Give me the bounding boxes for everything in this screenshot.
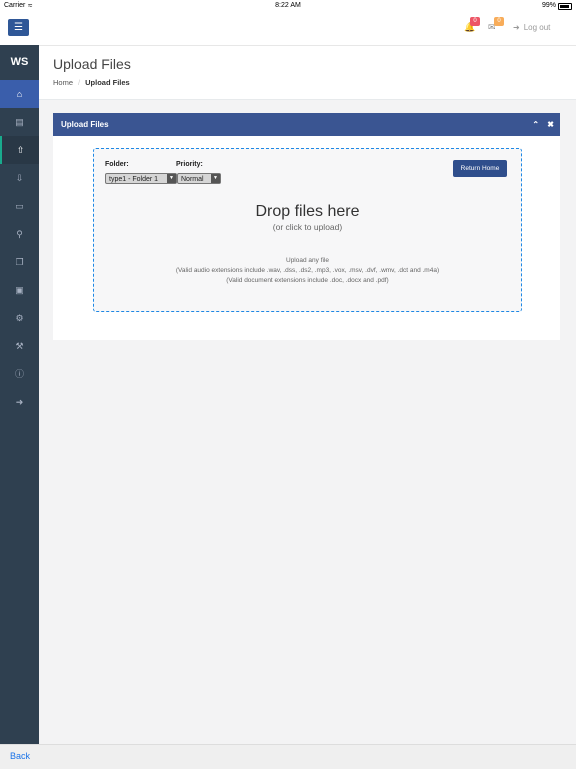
sidebar-item-billing[interactable]: ▣ <box>0 276 39 304</box>
messages-button[interactable]: ✉ 0 <box>488 17 504 36</box>
message-count-badge: 0 <box>494 17 504 26</box>
sidebar-item-logout[interactable]: ➜ <box>0 388 39 416</box>
page-heading: Upload Files Home / Upload Files <box>39 46 576 100</box>
sidebar-item-download[interactable]: ⇩ <box>0 164 39 192</box>
gear-icon: ⚙ <box>15 313 24 323</box>
notification-count-badge: 0 <box>470 17 480 26</box>
chevron-up-icon[interactable]: ⌃ <box>532 120 539 129</box>
sidebar-item-documents[interactable]: ▭ <box>0 192 39 220</box>
breadcrumb-home-link[interactable]: Home <box>53 78 73 87</box>
folder-select-value: type1 - Folder 1 <box>109 176 159 183</box>
upload-info-line: Upload any file <box>286 257 329 264</box>
document-extensions-info: (Valid document extensions include .doc,… <box>226 277 389 284</box>
breadcrumb-separator: / <box>78 78 81 87</box>
sidebar-item-copy[interactable]: ❐ <box>0 248 39 276</box>
sidebar: WS ⌂ ▤ ⇧ ⇩ ▭ ⚲ ❐ ▣ ⚙ ⚒ ⓘ ➜ <box>0 45 39 768</box>
priority-select-value: Normal <box>181 176 204 183</box>
status-bar: Carrier ≈ 8:22 AM 99% <box>0 0 576 12</box>
sidebar-item-upload[interactable]: ⇧ <box>0 136 39 164</box>
sidebar-item-search[interactable]: ⚲ <box>0 220 39 248</box>
top-navbar: ☰ 🔔 0 ✉ 0 ➜ Log out <box>0 12 576 46</box>
sidebar-item-home[interactable]: ⌂ <box>0 80 39 108</box>
sign-out-icon: ➜ <box>15 397 24 407</box>
copy-icon: ❐ <box>15 257 24 267</box>
document-icon: ▭ <box>15 201 24 211</box>
panel-header: Upload Files ⌃ ✖ <box>53 113 560 136</box>
upload-panel: Upload Files ⌃ ✖ Folder: type1 - Folder … <box>53 113 560 340</box>
back-button[interactable]: Back <box>10 751 30 761</box>
folder-label: Folder: <box>105 161 129 168</box>
logout-link[interactable]: ➜ Log out <box>513 23 550 32</box>
battery-percent: 99% <box>541 2 556 9</box>
sign-out-icon: ➜ <box>513 23 520 32</box>
chevron-down-icon: ▼ <box>167 174 176 183</box>
home-icon: ⌂ <box>16 89 23 99</box>
notifications-button[interactable]: 🔔 0 <box>464 17 480 36</box>
page-title: Upload Files <box>53 56 131 72</box>
battery-icon <box>558 3 572 10</box>
sidebar-item-files[interactable]: ▤ <box>0 108 39 136</box>
logout-label: Log out <box>523 23 551 32</box>
sidebar-item-settings[interactable]: ⚙ <box>0 304 39 332</box>
info-icon: ⓘ <box>14 369 24 379</box>
folder-select[interactable]: type1 - Folder 1 ▼ <box>105 173 177 184</box>
bottom-back-bar: Back <box>0 744 576 769</box>
sidebar-item-tools[interactable]: ⚒ <box>0 332 39 360</box>
money-icon: ▣ <box>15 285 24 295</box>
drop-title: Drop files here <box>255 203 360 220</box>
drop-subtitle: (or click to upload) <box>272 222 343 232</box>
panel-title: Upload Files <box>61 120 109 129</box>
brand-logo[interactable]: WS <box>0 45 39 80</box>
wrench-icon: ⚒ <box>15 341 24 351</box>
panel-tools: ⌃ ✖ <box>526 113 554 136</box>
upload-icon: ⇧ <box>16 145 25 155</box>
priority-select[interactable]: Normal ▼ <box>177 173 221 184</box>
audio-extensions-info: (Valid audio extensions include .wav, .d… <box>175 267 440 274</box>
search-icon: ⚲ <box>16 229 23 239</box>
breadcrumb-current: Upload Files <box>85 78 130 87</box>
download-icon: ⇩ <box>15 173 24 183</box>
sidebar-item-info[interactable]: ⓘ <box>0 360 39 388</box>
chevron-down-icon: ▼ <box>211 174 220 183</box>
return-home-button[interactable]: Return Home <box>453 160 507 177</box>
file-dropzone[interactable]: Folder: type1 - Folder 1 ▼ Priority: Nor… <box>93 148 522 312</box>
clock: 8:22 AM <box>275 2 301 9</box>
breadcrumb: Home / Upload Files <box>53 78 130 87</box>
file-icon: ▤ <box>15 117 24 127</box>
hamburger-icon[interactable]: ☰ <box>8 19 29 36</box>
priority-label: Priority: <box>176 161 203 168</box>
close-icon[interactable]: ✖ <box>547 120 554 129</box>
